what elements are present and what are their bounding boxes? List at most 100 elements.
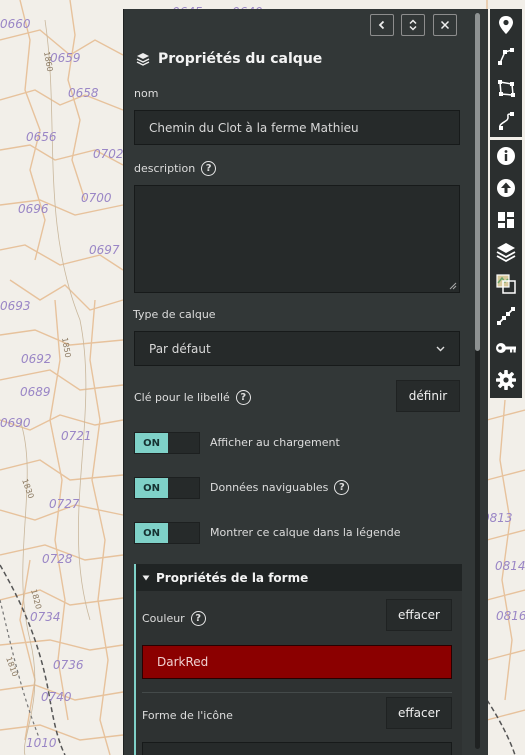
info-button[interactable] (490, 140, 522, 172)
toggle-on-state: ON (135, 523, 168, 543)
parcel-number-label: 0659 (50, 51, 81, 65)
permissions-button[interactable] (490, 332, 522, 364)
help-icon[interactable]: ? (201, 161, 217, 176)
parcel-number-label: 0816 (496, 609, 525, 623)
draw-polygon-button[interactable] (490, 73, 522, 105)
toggle-on-state: ON (135, 433, 168, 453)
route-icon (499, 112, 514, 130)
split-line-button[interactable] (490, 300, 522, 332)
panel-title-text: Propriétés du calque (158, 51, 323, 67)
split-icon (497, 307, 515, 325)
toggle-off-state (168, 523, 199, 543)
parcel-number-label: 0727 (49, 497, 80, 511)
define-button[interactable]: définir (396, 380, 460, 412)
resize-handle-icon[interactable] (448, 281, 457, 290)
tilelayer-icon (496, 274, 516, 294)
name-input-value: Chemin du Clot à la ferme Mathieu (149, 120, 359, 135)
label-key-label-text: Clé pour le libellé (134, 391, 230, 404)
dashboard-icon (498, 212, 514, 228)
show-in-legend-label: Montrer ce calque dans la légende (210, 526, 400, 539)
map-settings-button[interactable] (490, 204, 522, 236)
parcel-number-label: 0697 (89, 243, 120, 257)
draw-line-button[interactable] (490, 41, 522, 73)
description-label: description ? (134, 161, 217, 176)
color-label-text: Couleur (142, 612, 185, 625)
layer-type-select[interactable]: Par défaut (134, 331, 460, 366)
expand-icon (409, 19, 417, 31)
draw-route-button[interactable] (490, 105, 522, 137)
browsable-data-toggle[interactable]: ON (134, 477, 200, 499)
advanced-settings-button[interactable] (490, 364, 522, 396)
show-on-load-label: Afficher au chargement (210, 436, 340, 449)
browsable-data-label-text: Données naviguables (210, 481, 329, 494)
layers-icon (496, 243, 516, 263)
parcel-number-label: 0660 (0, 17, 31, 31)
label-key-label: Clé pour le libellé ? (134, 390, 251, 405)
name-label: nom (134, 87, 159, 100)
draw-marker-button[interactable] (490, 9, 522, 41)
help-icon[interactable]: ? (334, 480, 350, 495)
parcel-number-label: 0658 (68, 86, 99, 100)
parcel-number-label: 0734 (30, 610, 61, 624)
clear-icon-shape-button[interactable]: effacer (386, 697, 452, 729)
parcel-number-label: 0656 (26, 130, 57, 144)
parcel-number-label: 0736 (53, 658, 84, 672)
toggle-off-state (168, 478, 199, 498)
parcel-number-label: 0689 (20, 385, 51, 399)
caret-down-icon (142, 575, 150, 580)
parcel-number-label: 0692 (21, 352, 52, 366)
help-icon[interactable]: ? (235, 390, 251, 405)
name-input[interactable]: Chemin du Clot à la ferme Mathieu (134, 110, 460, 145)
show-in-legend-toggle[interactable]: ON (134, 522, 200, 544)
panel-title: Propriétés du calque (136, 51, 322, 67)
back-button[interactable] (370, 14, 394, 36)
show-on-load-label-text: Afficher au chargement (210, 436, 340, 449)
edit-toolbar (490, 9, 522, 137)
scrollbar-thumb[interactable] (475, 13, 480, 351)
parcel-number-label: 1010 (26, 736, 57, 750)
parcel-number-label: 0696 (18, 202, 49, 216)
key-icon (496, 343, 516, 353)
clear-color-button[interactable]: effacer (386, 599, 452, 631)
expand-button[interactable] (401, 14, 425, 36)
parcel-number-label: 0814 (495, 559, 525, 573)
parcel-number-label: 0721 (61, 429, 92, 443)
upload-icon (497, 179, 515, 197)
shape-properties-title: Propriétés de la forme (156, 570, 309, 585)
color-input-value: DarkRed (157, 655, 209, 669)
parcel-number-label: 0693 (0, 299, 31, 313)
browsable-data-label: Données naviguables ? (210, 480, 350, 495)
settings-toolbar (490, 140, 522, 398)
color-input[interactable]: DarkRed (142, 645, 452, 679)
help-icon[interactable]: ? (190, 611, 206, 626)
info-icon (497, 147, 515, 165)
parcel-number-label: 0728 (42, 552, 73, 566)
shape-properties-header[interactable]: Propriétés de la forme (136, 564, 462, 591)
parcel-number-label: 0740 (41, 690, 72, 704)
layers-button[interactable] (490, 236, 522, 268)
show-on-load-toggle[interactable]: ON (134, 432, 200, 454)
shape-properties-section: Propriétés de la forme Couleur ? effacer… (134, 564, 462, 755)
layer-type-label: Type de calque (133, 308, 216, 321)
icon-shape-input[interactable] (142, 742, 452, 755)
layers-icon (136, 53, 150, 66)
section-divider (142, 692, 452, 693)
chevron-down-icon (436, 346, 445, 351)
description-textarea[interactable] (134, 185, 460, 293)
import-button[interactable] (490, 172, 522, 204)
show-in-legend-label-text: Montrer ce calque dans la légende (210, 526, 401, 539)
gear-icon (496, 370, 516, 390)
parcel-number-label: 0702 (93, 147, 124, 161)
polygon-icon (498, 80, 515, 97)
description-label-text: description (134, 162, 196, 175)
marker-icon (499, 16, 513, 34)
close-button[interactable] (433, 14, 457, 36)
close-icon (440, 20, 450, 30)
icon-shape-label: Forme de l'icône (142, 709, 233, 722)
chevron-left-icon (378, 20, 385, 30)
layer-type-value: Par défaut (149, 341, 211, 356)
polyline-icon (498, 48, 514, 65)
tilelayer-button[interactable] (490, 268, 522, 300)
parcel-number-label: 0690 (0, 416, 31, 430)
toggle-on-state: ON (135, 478, 168, 498)
